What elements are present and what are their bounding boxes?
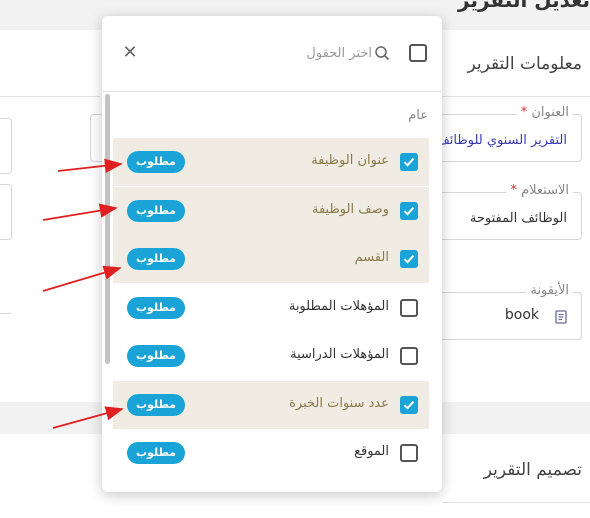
check-icon: [403, 206, 415, 216]
divider: [0, 96, 100, 97]
field-stub: [0, 264, 12, 314]
field-row[interactable]: مطلوب عنوان الوظيفة: [113, 138, 429, 186]
required-badge: مطلوب: [127, 296, 185, 319]
required-marker: *: [520, 105, 528, 120]
check-icon: [403, 157, 415, 167]
title-field-value[interactable]: التقرير السنوي للوظائف: [436, 133, 567, 148]
field-stub: [0, 184, 12, 240]
field-picker-popup: ✕ عام مطلوب عنوان الوظيفة مطلوب وصف الوظيفة…: [102, 16, 442, 492]
field-checkbox-checked[interactable]: [400, 201, 418, 220]
field-checkbox[interactable]: [400, 347, 418, 365]
query-field-label: الاستعلام *: [506, 183, 573, 198]
field-row[interactable]: مطلوب المؤهلات المطلوبة: [113, 284, 429, 332]
field-row[interactable]: مطلوب الموقع: [113, 429, 429, 477]
page-title: تعديل التقرير: [458, 0, 590, 12]
field-row[interactable]: مطلوب القسم: [113, 235, 429, 283]
search-box[interactable]: [242, 40, 390, 66]
scrollbar[interactable]: [105, 94, 110, 364]
field-label: وصف الوظيفة: [311, 201, 389, 217]
field-label: عدد سنوات الخبرة: [289, 395, 389, 411]
popup-header: ✕: [102, 16, 442, 92]
required-badge: مطلوب: [127, 151, 185, 173]
search-icon: [374, 45, 390, 61]
query-field-label-text: الاستعلام: [521, 183, 569, 198]
title-field-label: العنوان *: [516, 105, 573, 120]
field-row[interactable]: مطلوب عدد سنوات الخبرة: [113, 380, 429, 429]
field-label: القسم: [354, 250, 389, 265]
title-field-label-text: العنوان: [531, 105, 569, 120]
field-checkbox-checked[interactable]: [400, 395, 418, 414]
divider: [442, 502, 590, 503]
field-checkbox-checked[interactable]: [400, 250, 418, 268]
check-icon: [403, 254, 415, 264]
close-icon[interactable]: ✕: [120, 43, 140, 63]
required-badge: مطلوب: [127, 345, 185, 367]
field-checkbox[interactable]: [400, 298, 418, 317]
field-checkbox[interactable]: [400, 444, 418, 462]
field-label: المؤهلات المطلوبة: [288, 298, 389, 314]
icon-field-value[interactable]: book: [505, 307, 539, 323]
query-field-value[interactable]: الوظائف المفتوحة: [470, 211, 567, 226]
select-all-checkbox[interactable]: [409, 44, 427, 62]
field-row[interactable]: مطلوب وصف الوظيفة: [113, 186, 429, 235]
search-input[interactable]: [242, 40, 372, 66]
field-label: المؤهلات الدراسية: [290, 347, 389, 362]
required-badge: مطلوب: [127, 393, 185, 416]
book-icon: [553, 309, 569, 325]
field-checkbox-checked[interactable]: [400, 153, 418, 171]
required-badge: مطلوب: [127, 248, 185, 270]
field-label: عنوان الوظيفة: [311, 153, 389, 168]
field-stub: [0, 118, 12, 174]
field-label: الموقع: [354, 444, 389, 459]
report-info-section-title: معلومات التقرير: [467, 54, 582, 74]
check-icon: [403, 400, 415, 410]
required-marker: *: [510, 183, 517, 198]
field-row[interactable]: مطلوب المؤهلات الدراسية: [113, 332, 429, 380]
required-badge: مطلوب: [127, 442, 185, 464]
report-design-section-title: تصميم التقرير: [483, 460, 582, 480]
required-badge: مطلوب: [127, 199, 185, 222]
icon-field-label: الأيقونة: [526, 283, 573, 298]
divider: [442, 96, 590, 97]
group-label: عام: [408, 108, 428, 123]
